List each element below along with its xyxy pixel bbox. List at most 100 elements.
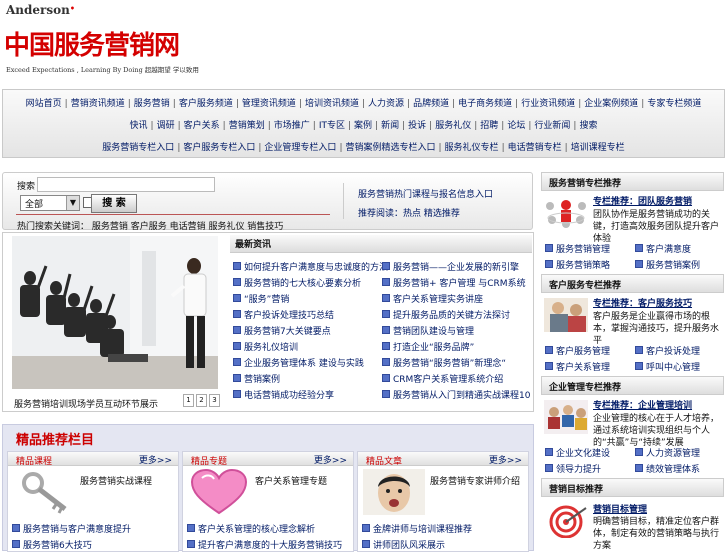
nav-link[interactable]: 网站首页 (23, 99, 65, 109)
meeting-image[interactable] (544, 298, 588, 332)
search-button[interactable]: 搜 索 (91, 194, 137, 213)
nav-link[interactable]: 服务营销 (131, 99, 173, 109)
site-title[interactable]: 中国服务营销网 (4, 25, 180, 62)
nav-link[interactable]: 客户服务频道 (176, 99, 236, 109)
news-item[interactable]: 电话营销成功经验分享 (233, 388, 334, 401)
news-item[interactable]: 企业服务管理体系 建设与实践 (233, 356, 364, 369)
chevron-down-icon[interactable]: ▼ (66, 196, 79, 210)
bullet-icon (545, 464, 553, 472)
target-icon[interactable] (544, 504, 588, 539)
news-item[interactable]: 营销团队建设与管理 (382, 324, 474, 337)
nav-link[interactable]: 品牌频道 (410, 99, 452, 109)
training-photo[interactable] (12, 236, 218, 389)
nav-link[interactable]: 行业新闻 (531, 121, 573, 131)
hot-keywords[interactable]: 热门搜索关键词： 服务营销 客户服务 电话营销 服务礼仪 销售技巧 (17, 219, 283, 232)
key-icon[interactable] (13, 469, 75, 515)
nav-link[interactable]: 论坛 (504, 121, 528, 131)
bullet-icon (12, 524, 20, 532)
nav-link[interactable]: 招聘 (477, 121, 501, 131)
right-box-link[interactable]: 服务营销案例 (635, 258, 700, 271)
nav-link[interactable]: 调研 (154, 121, 178, 131)
nav-link[interactable]: 行业资讯频道 (518, 99, 578, 109)
news-item[interactable]: 服务营销7大关键要点 (233, 324, 331, 337)
news-item[interactable]: CRM客户关系管理系统介绍 (382, 372, 503, 385)
heart-icon[interactable] (188, 468, 250, 515)
more-link[interactable]: 更多>> (314, 453, 347, 466)
right-box-link[interactable]: 客户投诉处理 (635, 344, 700, 357)
team-image[interactable] (544, 196, 588, 230)
nav-link[interactable]: 专家专栏频道 (644, 99, 704, 109)
nav-link[interactable]: 营销案例精选专栏入口 (342, 143, 438, 153)
nav-link[interactable]: 服务礼仪 (432, 121, 474, 131)
right-box-title[interactable]: 专栏推荐：团队服务营销 (593, 194, 692, 207)
right-box-link[interactable]: 服务营销策略 (545, 258, 610, 271)
pager-page[interactable]: 2 (196, 394, 207, 407)
news-item[interactable]: 服务营销——企业发展的新引擎 (382, 260, 519, 273)
brand-logo-en[interactable]: Anderson• (6, 3, 75, 17)
featured-card-desc[interactable]: 服务营销实战课程 (80, 474, 152, 487)
nav-link[interactable]: 新闻 (378, 121, 402, 131)
right-box-title[interactable]: 专栏推荐：企业管理培训 (593, 398, 692, 411)
right-box-link[interactable]: 绩效管理体系 (635, 462, 700, 475)
news-item[interactable]: 服务营销“服务营销”新理念“ (382, 356, 506, 369)
news-item[interactable]: 如何提升客户满意度与忠诚度的方法 (233, 260, 388, 273)
news-item[interactable]: 服务营销从入门到精通实战课程10 (382, 388, 530, 401)
news-item[interactable]: 打造企业“服务品牌” (382, 340, 474, 353)
featured-card-link[interactable]: 客户关系管理的核心理念解析 (187, 522, 315, 535)
recommended-reading-link[interactable]: 推荐阅读：热点 精选推荐 (358, 206, 460, 219)
news-item[interactable]: 服务营销+ 客户管理 与CRM系统 (382, 276, 526, 289)
nav-link[interactable]: 营销资讯频道 (68, 99, 128, 109)
nav-link[interactable]: 客户关系 (181, 121, 223, 131)
nav-link[interactable]: 培训资讯频道 (302, 99, 362, 109)
pager-page[interactable]: 1 (183, 394, 194, 407)
portrait-image[interactable] (363, 469, 425, 515)
right-box-link[interactable]: 呼叫中心管理 (635, 360, 700, 373)
nav-link[interactable]: 管理资讯频道 (239, 99, 299, 109)
photo-caption[interactable]: 服务营销培训现场学员互动环节展示 (14, 397, 158, 410)
nav-link[interactable]: 电话营销专栏 (505, 143, 565, 153)
featured-card-desc[interactable]: 客户关系管理专题 (255, 474, 327, 487)
news-item[interactable]: 营销案例 (233, 372, 280, 385)
more-link[interactable]: 更多>> (489, 453, 522, 466)
nav-link[interactable]: 搜索 (576, 121, 600, 131)
right-box-link[interactable]: 服务营销管理 (545, 242, 610, 255)
news-item[interactable]: 提升服务品质的关键方法探讨 (382, 308, 510, 321)
nav-link[interactable]: 培训课程专栏 (568, 143, 628, 153)
right-box-title[interactable]: 营销目标管理 (593, 502, 647, 515)
featured-card: 精品文章 更多>> 服务营销专家讲师介绍 金牌讲师与培训课程推荐 讲师团队风采展… (357, 451, 529, 552)
nav-link[interactable]: IT专区 (316, 121, 348, 131)
featured-card-link[interactable]: 服务营销与客户满意度提升 (12, 522, 131, 535)
nav-link[interactable]: 服务礼仪专栏 (442, 143, 502, 153)
right-box-link[interactable]: 企业文化建设 (545, 446, 610, 459)
nav-link[interactable]: 快讯 (127, 121, 151, 131)
right-box-link[interactable]: 领导力提升 (545, 462, 601, 475)
featured-card-link[interactable]: 金牌讲师与培训课程推荐 (362, 522, 472, 535)
right-box-link[interactable]: 客户关系管理 (545, 360, 610, 373)
more-link[interactable]: 更多>> (139, 453, 172, 466)
right-box-link[interactable]: 客户满意度 (635, 242, 691, 255)
nav-link[interactable]: 人力资源 (365, 99, 407, 109)
right-box-link[interactable]: 客户服务管理 (545, 344, 610, 357)
search-category-select[interactable]: 全部 ▼ (20, 195, 80, 211)
course-signup-link[interactable]: 服务营销热门课程与报名信息入口 (358, 187, 493, 200)
nav-link[interactable]: 企业管理专栏入口 (261, 143, 339, 153)
training-group-image[interactable] (544, 400, 588, 434)
nav-link[interactable]: 投诉 (405, 121, 429, 131)
news-item[interactable]: “服务”营销 (233, 292, 289, 305)
search-input[interactable] (37, 177, 215, 192)
nav-link[interactable]: 客户服务专栏入口 (180, 143, 258, 153)
nav-link[interactable]: 电子商务频道 (455, 99, 515, 109)
news-item[interactable]: 服务营销的七大核心要素分析 (233, 276, 361, 289)
news-item[interactable]: 服务礼仪培训 (233, 340, 298, 353)
nav-link[interactable]: 服务营销专栏入口 (99, 143, 177, 153)
news-item[interactable]: 客户关系管理实务讲座 (382, 292, 483, 305)
right-box-link[interactable]: 人力资源管理 (635, 446, 700, 459)
nav-link[interactable]: 市场推广 (271, 121, 313, 131)
nav-link[interactable]: 营销策划 (226, 121, 268, 131)
news-item[interactable]: 客户投诉处理技巧总结 (233, 308, 334, 321)
pager-page[interactable]: 3 (209, 394, 220, 407)
featured-card-desc[interactable]: 服务营销专家讲师介绍 (430, 474, 520, 487)
nav-link[interactable]: 案例 (351, 121, 375, 131)
right-box-title[interactable]: 专栏推荐：客户服务技巧 (593, 296, 692, 309)
nav-link[interactable]: 企业案例频道 (581, 99, 641, 109)
